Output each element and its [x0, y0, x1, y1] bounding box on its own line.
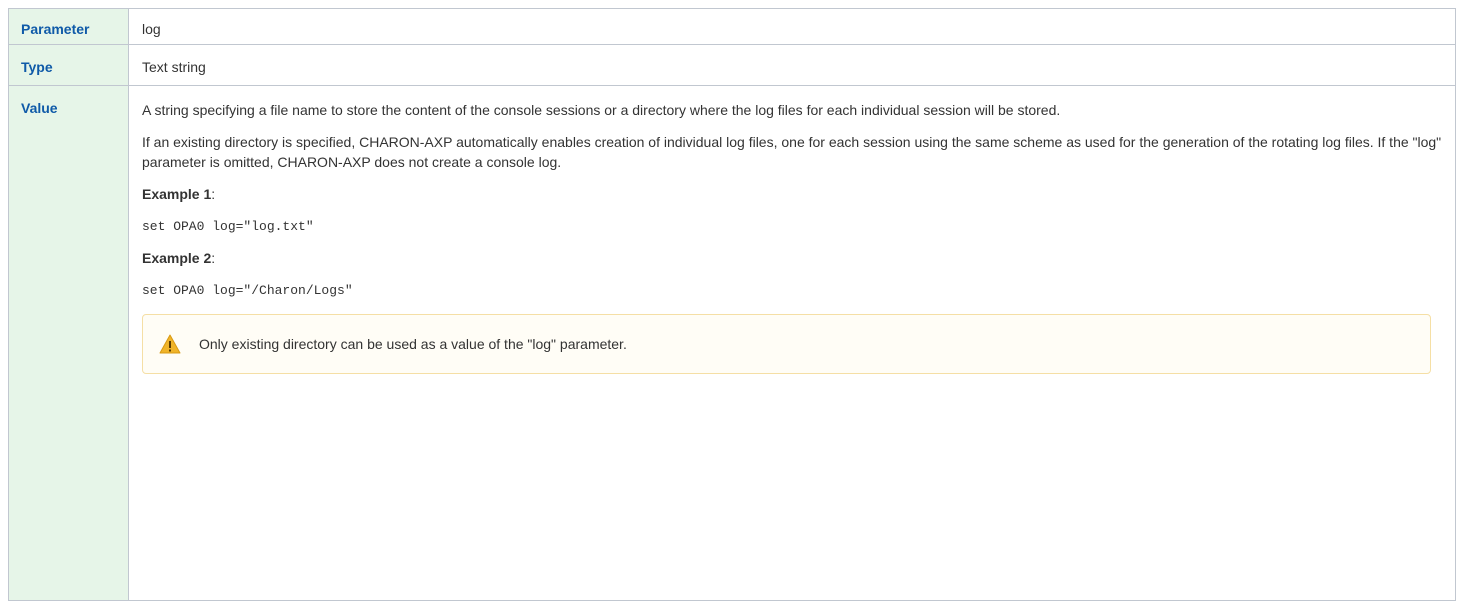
warning-note-text: Only existing directory can be used as a… — [199, 336, 627, 352]
description-paragraph: If an existing directory is specified, C… — [142, 134, 1442, 170]
warning-note: Only existing directory can be used as a… — [142, 314, 1431, 374]
table-row: Value A string specifying a file name to… — [8, 85, 1456, 601]
row-header-parameter: Parameter — [8, 8, 129, 45]
row-header-type: Type — [8, 44, 129, 86]
example-1-label: Example 1 — [142, 186, 212, 202]
example-1-colon: : — [211, 186, 216, 202]
row-header-value: Value — [8, 85, 129, 601]
example-2-label: Example 2 — [142, 250, 212, 266]
description-paragraph: A string specifying a file name to store… — [142, 102, 1061, 118]
example-2-colon: : — [211, 250, 216, 266]
table-row: Type Text string — [8, 44, 1456, 86]
warning-icon — [159, 334, 181, 354]
table-row: Parameter log — [8, 8, 1456, 45]
type-value: Text string — [128, 44, 1456, 86]
example-1-heading: Example 1: — [142, 184, 1445, 204]
example-2-code: set OPA0 log="/Charon/Logs" — [142, 283, 353, 298]
example-1-code: set OPA0 log="log.txt" — [142, 219, 314, 234]
value-description: A string specifying a file name to store… — [128, 85, 1456, 601]
parameter-value: log — [128, 8, 1456, 45]
example-2-heading: Example 2: — [142, 248, 1445, 268]
parameter-table: Parameter log Type Text string Value A s… — [8, 8, 1456, 601]
